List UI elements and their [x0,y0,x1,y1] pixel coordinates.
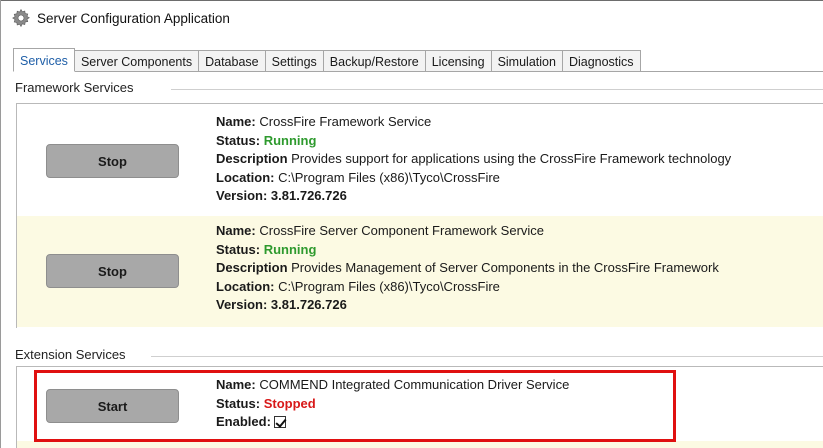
tab-backup-restore[interactable]: Backup/Restore [323,50,426,72]
service-name: COMMEND Integrated Communication Driver … [259,377,570,392]
service-details: Name: COMMEND Integrated Communication D… [216,376,569,432]
group-rule [151,356,823,357]
name-label: Name: [216,223,256,238]
status-value: Running [263,132,317,148]
status-label: Status: [216,241,261,257]
service-description: Provides Management of Server Components… [291,260,719,275]
service-row: Stop Name: CrossFire Server Component Fr… [17,216,823,327]
tab-services[interactable]: Services [13,48,75,72]
start-button[interactable]: Start [46,389,179,423]
stop-button[interactable]: Stop [46,254,179,288]
framework-services-header: Framework Services [15,80,140,95]
service-name: CrossFire Server Component Framework Ser… [259,223,545,238]
description-label: Description [216,260,288,275]
service-details: Name: CrossFire Server Component Framewo… [216,222,719,315]
location-label: Location: [216,169,275,185]
extension-services-header: Extension Services [15,347,132,362]
name-label: Name: [216,114,256,129]
service-name: CrossFire Framework Service [259,114,432,129]
tab-simulation[interactable]: Simulation [491,50,563,72]
tab-server-components[interactable]: Server Components [74,50,200,72]
service-version: 3.81.726.726 [270,188,347,203]
service-details: Name: CrossFire Framework Service Status… [216,113,731,206]
service-row: Stop Name: CrossFire Framework Service S… [17,104,823,216]
stop-button[interactable]: Stop [46,144,179,178]
tab-bar: Services Server Components Database Sett… [13,48,641,72]
service-description: Provides support for applications using … [291,151,732,166]
title-bar: Server Configuration Application [1,0,823,35]
tab-diagnostics[interactable]: Diagnostics [562,50,641,72]
tab-licensing[interactable]: Licensing [425,50,492,72]
name-label: Name: [216,377,256,392]
status-value: Stopped [263,395,316,411]
tab-divider [13,71,823,72]
location-label: Location: [216,278,275,294]
service-row [17,441,823,448]
version-label: Version: [216,188,268,203]
service-version: 3.81.726.726 [270,297,347,312]
tab-database[interactable]: Database [199,50,266,72]
group-rule [171,89,823,90]
status-label: Status: [216,132,261,148]
service-row: Start Name: COMMEND Integrated Communica… [17,367,823,441]
window-title: Server Configuration Application [37,10,230,26]
gear-icon [11,8,31,28]
description-label: Description [216,151,288,166]
service-location: C:\Program Files (x86)\Tyco\CrossFire [278,278,500,294]
app-window: Server Configuration Application Service… [0,0,823,448]
status-value: Running [263,241,317,257]
tab-settings[interactable]: Settings [265,50,324,72]
version-label: Version: [216,297,268,312]
enabled-label: Enabled: [216,414,271,429]
service-location: C:\Program Files (x86)\Tyco\CrossFire [278,169,500,185]
enabled-checkbox[interactable] [273,416,286,428]
status-label: Status: [216,395,261,411]
